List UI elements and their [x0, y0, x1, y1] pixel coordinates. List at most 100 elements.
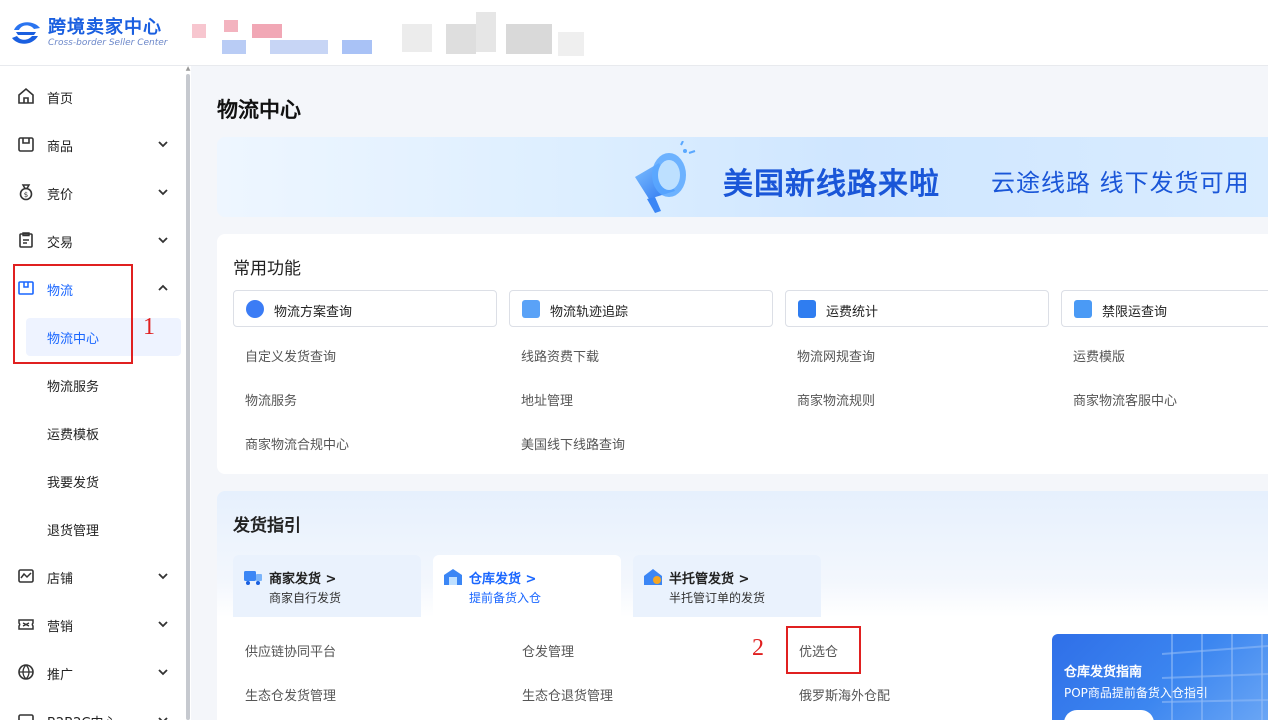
link-us-offline-route-query[interactable]: 美国线下线路查询	[521, 434, 625, 453]
warehouse-guide-card[interactable]: 仓库发货指南 POP商品提前备货入仓指引	[1052, 634, 1268, 720]
logo-subtitle: Cross-border Seller Center	[48, 37, 168, 48]
sidebar-item-home[interactable]: 首页	[0, 73, 186, 121]
tab-semi-managed-shipping[interactable]: 半托管发货 > 半托管订单的发货	[633, 555, 821, 617]
sidebar-subitem-returns[interactable]: 退货管理	[0, 505, 186, 553]
link-eco-warehouse-shipping[interactable]: 生态仓发货管理	[245, 685, 336, 704]
sidebar-item-label: B2B2C中心	[47, 712, 116, 720]
link-compliance-center[interactable]: 商家物流合规中心	[245, 434, 349, 453]
chevron-down-icon	[156, 186, 170, 200]
sidebar-item-bid[interactable]: $ 竞价	[0, 169, 186, 217]
sidebar-subitem-logistics-service[interactable]: 物流服务	[0, 361, 186, 409]
link-warehouse-shipping-management[interactable]: 仓发管理	[522, 641, 574, 660]
quick-restricted-query[interactable]: 禁限运查询	[1061, 290, 1268, 327]
restricted-icon	[1074, 300, 1092, 318]
sidebar-item-marketing[interactable]: 营销	[0, 601, 186, 649]
banner-subline: 云途线路 线下发货可用	[991, 169, 1250, 197]
tab-title: 半托管发货 >	[669, 572, 750, 587]
sidebar-subitem-label: 退货管理	[47, 524, 100, 539]
scroll-up-arrow-icon[interactable]: ▲	[185, 66, 191, 72]
freight-stats-icon	[798, 300, 816, 318]
link-custom-shipping-query[interactable]: 自定义发货查询	[245, 346, 336, 365]
link-address-management[interactable]: 地址管理	[521, 390, 573, 409]
sidebar-item-label: 首页	[47, 91, 74, 107]
chevron-down-icon	[156, 570, 170, 584]
sidebar-subitem-label: 运费模板	[47, 428, 100, 443]
guide-card-title: 仓库发货指南	[1064, 665, 1143, 680]
top-header: 跨境卖家中心 Cross-border Seller Center	[0, 0, 1268, 66]
b2b-icon	[16, 711, 36, 720]
truck-icon	[244, 571, 262, 585]
quick-label: 运费统计	[826, 305, 879, 320]
search-icon	[246, 300, 264, 318]
sidebar-item-store[interactable]: 店铺	[0, 553, 186, 601]
sidebar-item-product[interactable]: 商品	[0, 121, 186, 169]
store-icon	[16, 567, 36, 587]
guide-links-panel	[217, 617, 1052, 720]
sidebar-item-order[interactable]: 交易	[0, 217, 186, 265]
common-functions-title: 常用功能	[233, 259, 301, 279]
sidebar-item-b2b2c[interactable]: B2B2C中心	[0, 697, 186, 720]
link-logistics-service[interactable]: 物流服务	[245, 390, 297, 409]
link-supply-chain-platform[interactable]: 供应链协同平台	[245, 641, 336, 660]
chevron-down-icon	[156, 234, 170, 248]
quick-logistics-plan-query[interactable]: 物流方案查询	[233, 290, 497, 327]
tab-merchant-shipping[interactable]: 商家发货 > 商家自行发货	[233, 555, 421, 617]
guide-card-button[interactable]	[1064, 710, 1154, 720]
link-russia-overseas-warehouse[interactable]: 俄罗斯海外仓配	[799, 685, 890, 704]
logo[interactable]: 跨境卖家中心 Cross-border Seller Center	[8, 16, 168, 50]
chevron-down-icon	[156, 138, 170, 152]
sidebar-item-label: 竞价	[47, 187, 74, 203]
chevron-down-icon	[156, 618, 170, 632]
tab-warehouse-shipping[interactable]: 仓库发货 > 提前备货入仓	[433, 555, 621, 617]
annotation-number-2: 2	[752, 635, 764, 661]
sidebar-item-label: 交易	[47, 235, 74, 251]
sidebar-item-label: 推广	[47, 667, 74, 683]
tracking-icon	[522, 300, 540, 318]
quick-label: 禁限运查询	[1102, 305, 1168, 320]
marketing-icon	[16, 615, 36, 635]
shipping-guide-title: 发货指引	[233, 516, 301, 536]
tab-title: 商家发货 >	[269, 572, 337, 587]
sidebar-subitem-label: 物流服务	[47, 380, 100, 395]
link-logistics-support-center[interactable]: 商家物流客服中心	[1073, 390, 1177, 409]
tab-title: 仓库发货 >	[469, 572, 537, 587]
chevron-up-icon	[156, 282, 170, 296]
quick-label: 物流轨迹追踪	[550, 305, 629, 320]
tab-subtitle: 商家自行发货	[269, 591, 342, 605]
sidebar-subitem-freight-template[interactable]: 运费模板	[0, 409, 186, 457]
tab-subtitle: 提前备货入仓	[469, 591, 542, 605]
bid-icon: $	[16, 183, 36, 203]
semi-managed-icon	[644, 569, 662, 585]
page-title: 物流中心	[217, 98, 301, 122]
link-eco-warehouse-returns[interactable]: 生态仓退货管理	[522, 685, 613, 704]
svg-text:$: $	[24, 191, 28, 199]
store-name-blurred	[188, 12, 608, 62]
sidebar-subitem-label: 我要发货	[47, 476, 100, 491]
annotation-box-2	[786, 626, 861, 674]
warehouse-shelves-illustration	[1162, 634, 1268, 720]
quick-freight-stats[interactable]: 运费统计	[785, 290, 1049, 327]
quick-tracking[interactable]: 物流轨迹追踪	[509, 290, 773, 327]
banner-headline: 美国新线路来啦	[723, 167, 940, 202]
link-merchant-logistics-rules[interactable]: 商家物流规则	[797, 390, 875, 409]
sidebar-scrollbar[interactable]: ▲	[185, 66, 191, 720]
annotation-box-1	[13, 264, 133, 364]
sidebar-item-label: 商品	[47, 139, 74, 155]
logo-mark-icon	[8, 16, 44, 50]
annotation-number-1: 1	[143, 314, 155, 340]
megaphone-icon	[635, 141, 696, 213]
scrollbar-thumb[interactable]	[186, 74, 190, 720]
sidebar-item-promotion[interactable]: 推广	[0, 649, 186, 697]
home-icon	[16, 87, 36, 107]
product-icon	[16, 135, 36, 155]
chevron-down-icon	[156, 714, 170, 720]
tab-subtitle: 半托管订单的发货	[669, 591, 766, 605]
link-freight-template[interactable]: 运费模版	[1073, 346, 1125, 365]
logo-title: 跨境卖家中心	[48, 16, 162, 38]
guide-card-subtitle: POP商品提前备货入仓指引	[1064, 686, 1208, 700]
promotion-icon	[16, 663, 36, 683]
link-route-rates-download[interactable]: 线路资费下载	[521, 346, 599, 365]
promo-banner[interactable]: 美国新线路来啦 云途线路 线下发货可用	[217, 137, 1268, 217]
sidebar-subitem-ship[interactable]: 我要发货	[0, 457, 186, 505]
link-logistics-rules-query[interactable]: 物流网规查询	[797, 346, 875, 365]
